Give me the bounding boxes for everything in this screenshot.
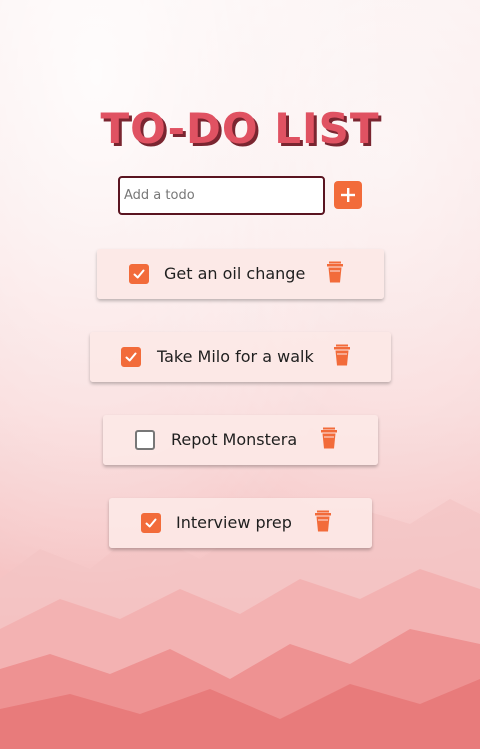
- todo-text: Take Milo for a walk: [157, 347, 314, 366]
- add-todo-button[interactable]: [334, 181, 362, 209]
- page-title: TO-DO LIST: [100, 104, 380, 153]
- trash-icon: [321, 427, 337, 449]
- todo-checkbox[interactable]: [135, 430, 155, 450]
- delete-todo-button[interactable]: [314, 510, 332, 532]
- todo-checkbox[interactable]: [141, 513, 161, 533]
- delete-todo-button[interactable]: [326, 261, 344, 283]
- todo-text: Get an oil change: [164, 264, 306, 283]
- todo-checkbox[interactable]: [129, 264, 149, 284]
- trash-icon: [315, 510, 331, 532]
- trash-icon: [334, 344, 350, 366]
- add-todo-form: [118, 176, 363, 216]
- todo-item: Take Milo for a walk: [90, 332, 391, 382]
- checkmark-icon: [145, 518, 157, 528]
- todo-text: Interview prep: [176, 513, 292, 532]
- todo-item: Repot Monstera: [103, 415, 378, 465]
- checkmark-icon: [125, 352, 137, 362]
- todo-item: Interview prep: [109, 498, 372, 548]
- todo-checkbox[interactable]: [121, 347, 141, 367]
- trash-icon: [327, 261, 343, 283]
- todo-item: Get an oil change: [97, 249, 384, 299]
- todo-text: Repot Monstera: [171, 430, 298, 449]
- delete-todo-button[interactable]: [333, 344, 351, 366]
- todo-input[interactable]: [118, 176, 325, 215]
- checkmark-icon: [133, 269, 145, 279]
- plus-icon: [341, 188, 355, 202]
- delete-todo-button[interactable]: [320, 427, 338, 449]
